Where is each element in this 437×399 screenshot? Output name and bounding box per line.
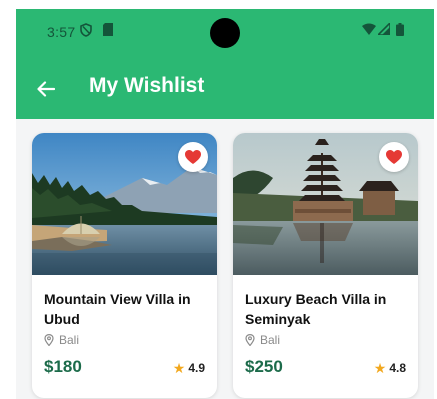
villa-name: Luxury Beach Villa in Seminyak [245,291,387,327]
villa-name: Mountain View Villa in Ubud [44,291,191,327]
sim-card-icon [103,23,113,36]
price: $180 [44,357,82,376]
location-label: Bali [59,333,80,347]
shield-icon [80,23,92,37]
price: $250 [245,357,283,376]
rating: ★ 4.8 [374,361,406,375]
wishlist-card[interactable]: Luxury Beach Villa in Seminyak Bali $250… [233,133,418,398]
rating-value: 4.8 [389,361,406,375]
status-bar: 3:57 [16,9,434,59]
wifi-icon [362,23,376,35]
favorite-heart-button[interactable] [379,142,409,172]
heart-icon [185,149,201,164]
camera-cutout [210,18,240,48]
heart-icon [386,149,402,164]
rating-value: 4.9 [188,361,205,375]
favorite-heart-button[interactable] [178,142,208,172]
signal-icon [378,23,390,35]
star-icon: ★ [373,360,387,376]
location: Bali [245,333,280,347]
star-icon: ★ [172,360,186,376]
battery-icon [396,23,404,36]
status-time: 3:57 [47,24,76,40]
app-bar: My Wishlist [16,59,434,119]
app-screen: 3:57 My Wishlist Mountain View Villa in … [16,9,434,399]
location-pin-icon [245,334,255,346]
location-pin-icon [44,334,54,346]
rating: ★ 4.9 [173,361,205,375]
page-title: My Wishlist [89,74,205,97]
location-label: Bali [260,333,281,347]
back-arrow-icon[interactable] [34,77,58,101]
wishlist-card[interactable]: Mountain View Villa in Ubud Bali $180 ★ … [32,133,217,398]
location: Bali [44,333,79,347]
